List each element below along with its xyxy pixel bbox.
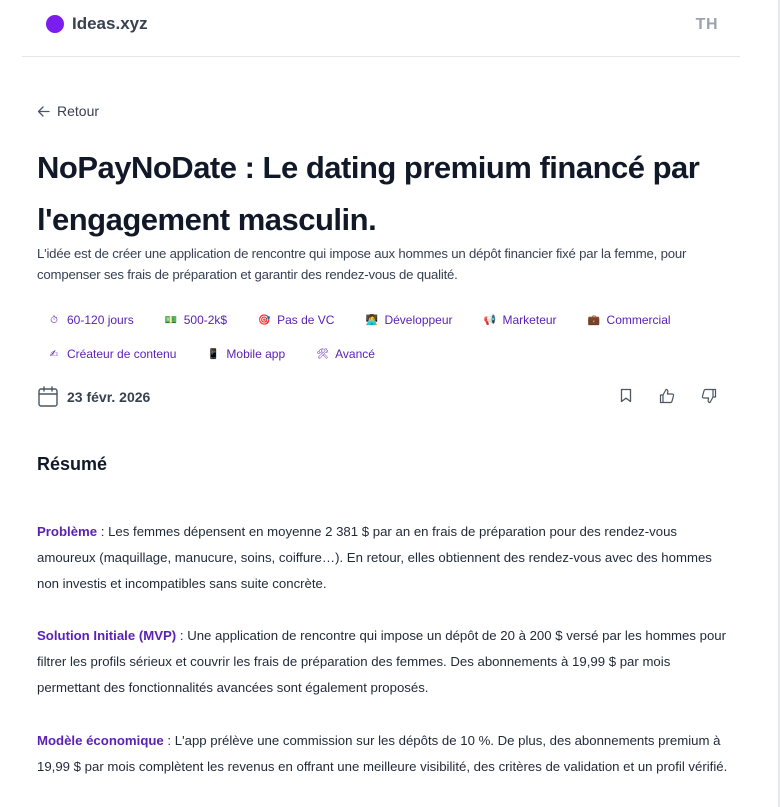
- tag-level[interactable]: 🛠 Avancé: [316, 347, 375, 361]
- back-label: Retour: [57, 103, 100, 119]
- arrow-left-icon: [37, 105, 50, 117]
- tag-label: Commercial: [606, 313, 671, 327]
- tag-marketer[interactable]: 📢 Marketeur: [484, 313, 557, 327]
- tag-developer[interactable]: 👩‍💻 Développeur: [365, 313, 452, 327]
- tag-row: ✍ Créateur de contenu 📱 Mobile app 🛠 Avancé: [48, 337, 738, 371]
- money-icon: 💵: [164, 314, 178, 326]
- target-icon: 🎯: [258, 314, 271, 326]
- tag-budget[interactable]: 💵 500-2k$: [165, 313, 227, 327]
- date-text: 23 févr. 2026: [67, 388, 151, 405]
- solution-paragraph: Solution Initiale (MVP) : Une applicatio…: [37, 623, 732, 701]
- megaphone-icon: 📢: [483, 314, 496, 326]
- tag-row: ⏱ 60-120 jours 💵 500-2k$ 🎯 Pas de VC 👩‍💻 Dév…: [48, 303, 738, 337]
- upvote-button[interactable]: [659, 388, 675, 404]
- problem-paragraph: Problème : Les femmes dépensent en moyen…: [37, 519, 732, 597]
- section-text: : Les femmes dépensent en moyenne 2 381 …: [37, 524, 712, 591]
- summary-heading: Résumé: [37, 454, 108, 474]
- logo-text[interactable]: Ideas.xyz: [72, 14, 148, 34]
- writing-hand-icon: ✍: [49, 348, 59, 360]
- tag-sales[interactable]: 💼 Commercial: [588, 313, 671, 327]
- business-model-paragraph: Modèle économique : L'app prélève une co…: [37, 728, 732, 780]
- publish-date: 23 févr. 2026: [38, 386, 150, 407]
- tag-label: Pas de VC: [277, 313, 335, 327]
- bookmark-icon: [620, 388, 632, 403]
- user-avatar[interactable]: TH: [696, 16, 718, 34]
- thumbs-down-icon: [701, 388, 717, 404]
- mobile-phone-icon: 📱: [207, 348, 220, 360]
- section-label: Modèle économique: [37, 733, 164, 748]
- tools-icon: 🛠: [316, 348, 329, 360]
- section-label: Problème: [37, 524, 98, 539]
- briefcase-icon: 💼: [587, 314, 600, 326]
- tag-duration[interactable]: ⏱ 60-120 jours: [48, 313, 134, 327]
- tag-label: 60-120 jours: [67, 313, 134, 327]
- tag-content-creator[interactable]: ✍ Créateur de contenu: [48, 347, 177, 361]
- logo-icon[interactable]: [46, 15, 64, 33]
- section-label: Solution Initiale (MVP): [37, 628, 177, 643]
- tag-label: Créateur de contenu: [67, 347, 177, 361]
- idea-description: L'idée est de créer une application de r…: [37, 246, 687, 282]
- tag-label: 500-2k$: [183, 313, 228, 327]
- tag-label: Mobile app: [226, 347, 286, 361]
- top-bar: Ideas.xyz TH: [22, 0, 740, 57]
- tag-funding[interactable]: 🎯 Pas de VC: [258, 313, 334, 327]
- tag-label: Avancé: [335, 347, 375, 361]
- thumbs-up-icon: [659, 388, 675, 404]
- developer-icon: 👩‍💻: [365, 314, 378, 326]
- idea-title: NoPayNoDate : Le dating premium financé …: [37, 150, 700, 237]
- tag-mobile-app[interactable]: 📱 Mobile app: [207, 347, 285, 361]
- downvote-button[interactable]: [701, 388, 717, 404]
- stopwatch-icon: ⏱: [50, 314, 58, 326]
- tag-label: Marketeur: [502, 313, 557, 327]
- calendar-icon: [38, 386, 58, 407]
- back-link[interactable]: Retour: [37, 103, 99, 119]
- tag-list: ⏱ 60-120 jours 💵 500-2k$ 🎯 Pas de VC 👩‍💻 Dév…: [48, 303, 738, 371]
- tag-label: Développeur: [384, 313, 453, 327]
- bookmark-button[interactable]: [620, 388, 632, 403]
